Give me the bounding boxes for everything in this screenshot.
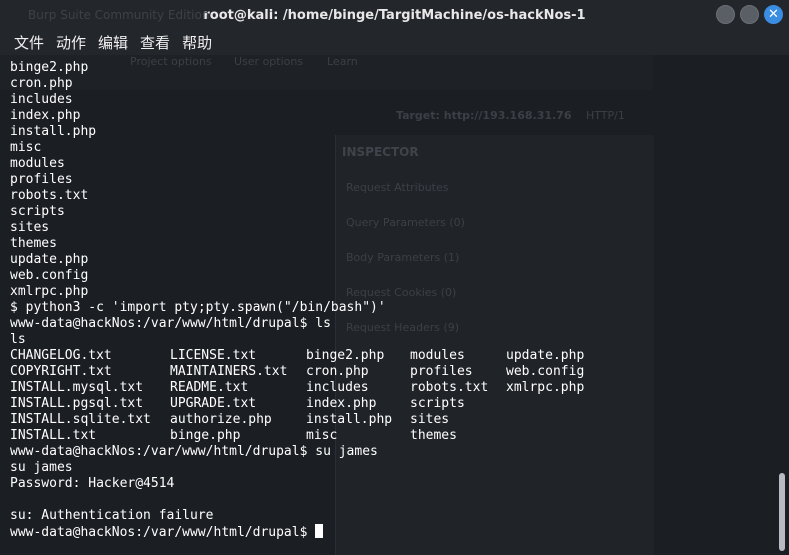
ls-entry: INSTALL.txt [10,428,97,443]
window-title: root@kali: /home/binge/TargitMachine/os-… [203,7,586,23]
terminal-line: Password: Hacker@4514 [10,476,175,491]
terminal-line: ls [10,332,26,347]
ls-entry: install.php [306,412,393,427]
ls-entry: web.config [506,364,585,379]
terminal-line: xmlrpc.php [10,284,89,299]
ls-entry: INSTALL.sqlite.txt [10,412,151,427]
ls-entry: binge2.php [306,348,385,363]
ls-entry: profiles [410,364,473,379]
terminal-line: install.php [10,124,97,139]
ls-entry: CHANGELOG.txt [10,348,112,363]
menu-view[interactable]: 查看 [140,32,170,53]
ls-entry [506,412,596,428]
ls-entry: modules [410,348,465,363]
ghost-window-title: Burp Suite Community Edition [28,8,210,22]
terminal-line: www-data@hackNos:/var/www/html/drupal$ s… [10,444,378,459]
terminal-line: binge2.php [10,60,89,75]
terminal-line: modules [10,156,65,171]
terminal-line: web.config [10,268,89,283]
terminal-line: $ python3 -c 'import pty;pty.spawn("/bin… [10,300,386,315]
ls-entry [506,428,596,444]
ls-output-row: INSTALL.pgsql.txt UPGRADE.txt index.php scr… [10,396,596,412]
terminal-window: Burp Suite Community Edition root@kali: … [0,0,789,555]
menu-help[interactable]: 帮助 [182,32,212,53]
terminal-area[interactable]: Project options User options Learn Targe… [0,55,789,555]
terminal-line: su: Authentication failure [10,508,214,523]
scrollbar-thumb[interactable] [779,473,785,551]
window-controls: ✕ [716,5,783,24]
ls-entry: UPGRADE.txt [170,396,257,411]
terminal-scrollbar[interactable] [775,55,789,555]
ls-entry: includes [306,380,369,395]
terminal-line: sites [10,220,50,235]
terminal-line: misc [10,140,42,155]
terminal-line: www-data@hackNos:/var/www/html/drupal$ l… [10,316,331,331]
ls-entry: themes [410,428,457,443]
ls-entry: sites [410,412,450,427]
menu-edit[interactable]: 编辑 [98,32,128,53]
ls-entry: update.php [506,348,585,363]
ls-entry: INSTALL.mysql.txt [10,380,144,395]
close-icon: ✕ [768,7,779,22]
terminal-prompt-line[interactable]: www-data@hackNos:/var/www/html/drupal$ [10,524,596,540]
title-bar[interactable]: Burp Suite Community Edition root@kali: … [0,0,789,30]
terminal-line: scripts [10,204,65,219]
ls-entry: authorize.php [170,412,272,427]
minimize-button[interactable] [716,5,735,24]
terminal-output: binge2.php cron.php includes index.php insta… [10,60,596,540]
ls-output-row: COPYRIGHT.txt MAINTAINERS.txt cron.php prof… [10,364,596,380]
terminal-line: cron.php [10,76,73,91]
ls-entry: robots.txt [410,380,489,395]
terminal-line: themes [10,236,57,251]
ls-entry: xmlrpc.php [506,380,585,395]
terminal-line: profiles [10,172,73,187]
ls-entry: index.php [306,396,377,411]
shell-prompt: www-data@hackNos:/var/www/html/drupal$ [10,525,316,540]
ls-entry: MAINTAINERS.txt [170,364,288,379]
menu-bar: 文件 动作 编辑 查看 帮助 [0,30,789,55]
menu-file[interactable]: 文件 [14,32,44,53]
ls-entry: README.txt [170,380,249,395]
maximize-button[interactable] [740,5,759,24]
ls-output-row: CHANGELOG.txt LICENSE.txt binge2.php module… [10,348,596,364]
ls-entry [506,396,596,412]
ls-entry: cron.php [306,364,369,379]
text-cursor [315,524,324,538]
close-button[interactable]: ✕ [764,5,783,24]
ls-entry: INSTALL.pgsql.txt [10,396,144,411]
ls-entry: COPYRIGHT.txt [10,364,112,379]
terminal-line: robots.txt [10,188,89,203]
ls-entry: binge.php [170,428,241,443]
terminal-line: update.php [10,252,89,267]
ls-output-row: INSTALL.mysql.txt README.txt includes robot… [10,380,596,396]
terminal-line: index.php [10,108,81,123]
ls-entry: LICENSE.txt [170,348,257,363]
ls-output-row: INSTALL.sqlite.txt authorize.php install.p… [10,412,596,428]
ls-output-row: INSTALL.txt binge.php misc themes [10,428,596,444]
ls-entry: scripts [410,396,465,411]
terminal-line: su james [10,460,73,475]
menu-action[interactable]: 动作 [56,32,86,53]
ls-entry: misc [306,428,338,443]
terminal-line: includes [10,92,73,107]
